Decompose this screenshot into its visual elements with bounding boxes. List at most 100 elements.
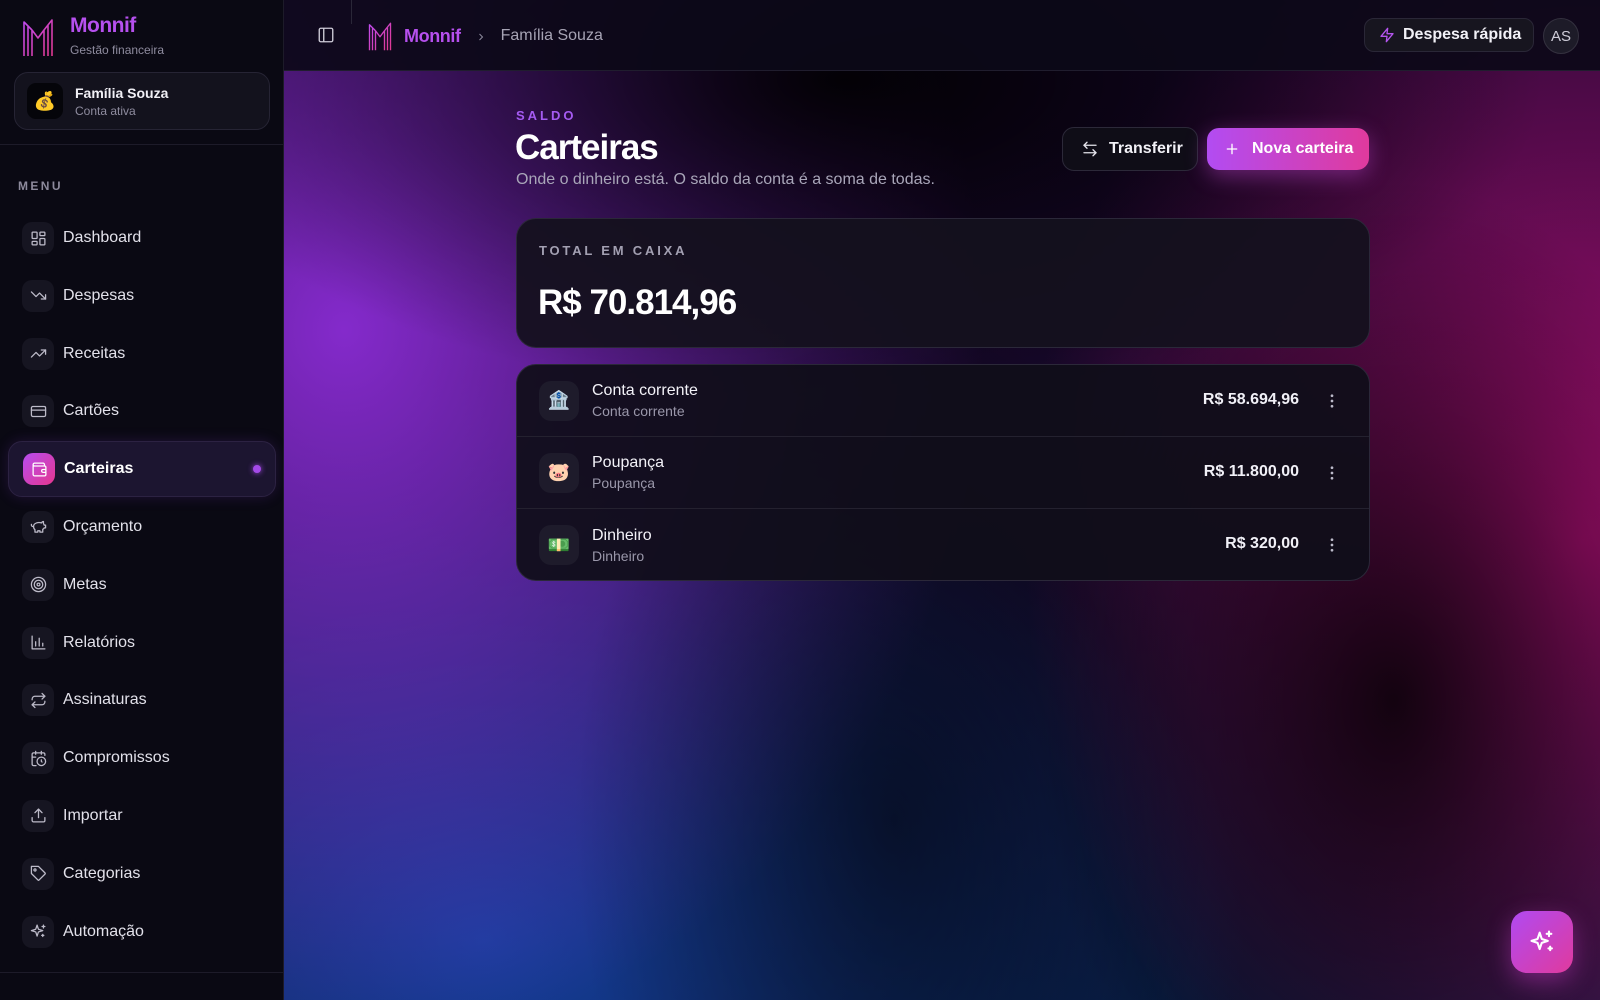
sidebar-toggle-button[interactable] <box>316 25 336 45</box>
wallet-menu-button[interactable] <box>1323 536 1341 554</box>
wallet-name: Dinheiro <box>592 526 652 544</box>
total-label: TOTAL EM CAIXA <box>539 243 688 258</box>
panel-left-icon <box>318 27 334 43</box>
sidebar-item-label: Metas <box>63 575 107 593</box>
credit-card-icon <box>22 395 54 428</box>
page-eyebrow: SALDO <box>516 108 577 123</box>
brand-subtitle: Gestão financeira <box>70 43 165 57</box>
monnif-logo-icon <box>368 22 392 51</box>
new-wallet-button[interactable]: Nova carteira <box>1207 128 1369 170</box>
wallet-type: Dinheiro <box>592 547 645 564</box>
trending-up-icon <box>22 337 54 370</box>
sidebar-item-label: Compromissos <box>63 749 170 767</box>
active-indicator <box>253 465 261 474</box>
upload-icon <box>22 799 54 832</box>
user-avatar[interactable]: AS <box>1543 18 1579 54</box>
quick-expense-label: Despesa rápida <box>1403 26 1522 43</box>
sidebar-item-categorias[interactable]: Categorias <box>8 846 276 902</box>
trending-down-icon <box>22 279 54 312</box>
wallet-row[interactable]: 🏦 Conta corrente Conta corrente R$ 58.69… <box>517 365 1369 437</box>
breadcrumb-current: Família Souza <box>500 27 603 44</box>
sidebar-item-receitas[interactable]: Receitas <box>8 326 276 382</box>
sidebar-item-label: Assinaturas <box>63 691 147 709</box>
wallet-row[interactable]: 🐷 Poupança Poupança R$ 11.800,00 <box>517 437 1369 509</box>
total-balance-card: TOTAL EM CAIXA R$ 70.814,96 <box>516 218 1370 348</box>
topbar-separator <box>351 0 352 24</box>
bank-icon: 🏦 <box>539 380 579 421</box>
page-subtitle: Onde o dinheiro está. O saldo da conta é… <box>516 171 935 188</box>
cash-icon: 💵 <box>539 525 579 565</box>
money-bag-icon: 💰 <box>27 83 63 119</box>
lightning-icon <box>1380 27 1394 43</box>
transfer-button[interactable]: Transferir <box>1062 127 1198 171</box>
quick-expense-button[interactable]: Despesa rápida <box>1364 18 1534 52</box>
breadcrumb-home-link[interactable]: Monnif <box>404 26 461 47</box>
transfer-arrows-icon <box>1083 141 1097 157</box>
sidebar-item-relatorios[interactable]: Relatórios <box>8 615 276 671</box>
dashboard-icon <box>22 222 54 254</box>
main-content: Monnif Família Souza Despesa rápida AS S… <box>284 0 1600 1000</box>
wallet-icon <box>23 453 55 486</box>
sidebar-item-label: Dashboard <box>63 229 142 246</box>
sidebar-nav: Dashboard Despesas Receitas Cartões Cart… <box>8 210 276 961</box>
sidebar-item-dashboard[interactable]: Dashboard <box>8 210 276 266</box>
wallet-menu-button[interactable] <box>1323 392 1341 410</box>
account-switcher[interactable]: 💰 Família Souza Conta ativa <box>14 72 270 130</box>
menu-label: MENU <box>18 179 63 193</box>
topbar: Monnif Família Souza Despesa rápida AS <box>284 0 1600 71</box>
more-vertical-icon <box>1330 538 1334 552</box>
wallet-amount: R$ 58.694,96 <box>1202 390 1299 408</box>
wallet-list: 🏦 Conta corrente Conta corrente R$ 58.69… <box>516 364 1370 581</box>
wallet-amount: R$ 320,00 <box>1225 535 1299 552</box>
sidebar-item-cartoes[interactable]: Cartões <box>8 383 276 439</box>
calendar-clock-icon <box>22 742 54 775</box>
wallet-name: Poupança <box>592 454 665 471</box>
monnif-logo-icon <box>23 19 53 56</box>
brand[interactable]: Monnif Gestão financeira <box>22 14 164 58</box>
more-vertical-icon <box>1330 393 1334 408</box>
sidebar-item-label: Receitas <box>63 344 126 362</box>
sidebar-divider <box>0 144 284 145</box>
sidebar-item-label: Categorias <box>63 864 141 882</box>
sidebar-item-orcamento[interactable]: Orçamento <box>8 499 276 555</box>
account-name: Família Souza <box>75 84 169 101</box>
sidebar-item-label: Relatórios <box>63 633 136 651</box>
sidebar: Monnif Gestão financeira 💰 Família Souza… <box>0 0 284 1000</box>
sidebar-item-label: Cartões <box>63 402 120 420</box>
sparkles-icon <box>22 915 54 948</box>
page-title: Carteiras <box>515 128 659 167</box>
wallet-amount: R$ 11.800,00 <box>1203 462 1299 480</box>
sidebar-item-label: Despesas <box>63 286 135 304</box>
sidebar-item-label: Carteiras <box>64 460 134 478</box>
sidebar-divider <box>0 972 284 973</box>
plus-icon <box>1226 143 1238 155</box>
ai-assistant-button[interactable] <box>1511 911 1573 973</box>
wallet-menu-button[interactable] <box>1323 464 1341 482</box>
sidebar-item-label: Automação <box>63 922 144 940</box>
more-vertical-icon <box>1330 465 1334 480</box>
sidebar-item-metas[interactable]: Metas <box>8 557 276 613</box>
chevron-right-icon <box>475 30 487 42</box>
sidebar-item-importar[interactable]: Importar <box>8 788 276 844</box>
tag-icon <box>22 857 54 890</box>
total-value: R$ 70.814,96 <box>538 283 737 322</box>
target-icon <box>22 568 54 601</box>
sidebar-item-compromissos[interactable]: Compromissos <box>8 730 276 786</box>
pig-icon: 🐷 <box>539 452 579 493</box>
piggy-bank-icon <box>22 510 54 543</box>
sidebar-item-automacao[interactable]: Automação <box>8 904 276 960</box>
repeat-icon <box>22 684 54 717</box>
wallet-name: Conta corrente <box>592 382 698 399</box>
sidebar-item-despesas[interactable]: Despesas <box>8 268 276 324</box>
breadcrumb: Monnif Família Souza <box>368 20 603 52</box>
sparkles-icon <box>1530 930 1553 952</box>
sidebar-item-label: Importar <box>63 806 123 824</box>
wallet-row[interactable]: 💵 Dinheiro Dinheiro R$ 320,00 <box>517 509 1369 580</box>
wallet-type: Poupança <box>592 475 656 491</box>
sidebar-item-carteiras[interactable]: Carteiras <box>8 441 276 498</box>
account-status: Conta ativa <box>75 103 136 118</box>
transfer-label: Transferir <box>1109 140 1183 157</box>
sidebar-item-assinaturas[interactable]: Assinaturas <box>8 672 276 728</box>
wallet-type: Conta corrente <box>592 403 685 419</box>
brand-name: Monnif <box>70 14 136 37</box>
